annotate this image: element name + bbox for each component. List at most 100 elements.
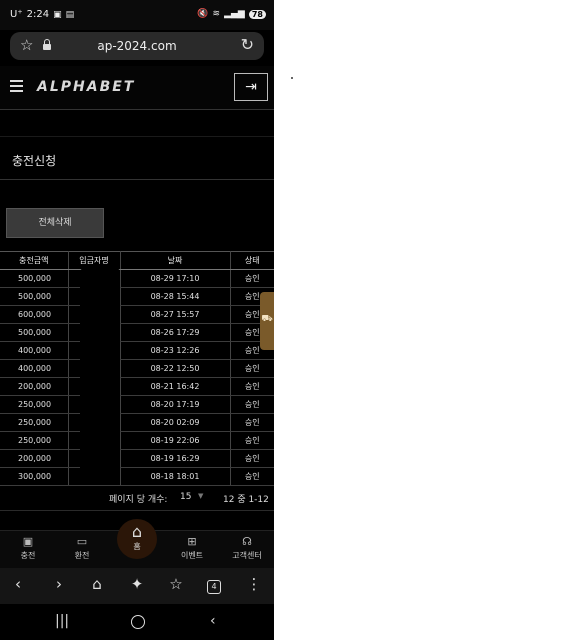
cart-side-tab[interactable]: ⛟: [260, 292, 274, 350]
cell-amount: 250,000: [0, 395, 69, 414]
site-logo[interactable]: ALPHABET: [37, 79, 135, 95]
table-row[interactable]: 250,000 08-20 02:09 승인: [0, 413, 274, 432]
cell-date: 08-28 15:44: [120, 287, 231, 306]
divider: [0, 179, 274, 180]
cell-date: 08-29 17:10: [120, 269, 231, 288]
cell-date: 08-20 17:19: [120, 395, 231, 414]
table-row[interactable]: 500,000 08-29 17:10 승인: [0, 269, 274, 288]
cell-amount: 600,000: [0, 305, 69, 324]
stray-dot: [291, 77, 293, 79]
logout-button[interactable]: ⇥: [234, 73, 268, 101]
system-home-icon[interactable]: [131, 615, 145, 629]
nav-support-label: 고객센터: [232, 551, 262, 560]
bookmarks-icon[interactable]: ☆: [164, 575, 188, 593]
forward-arrow-icon[interactable]: ›: [47, 575, 71, 593]
nav-home[interactable]: ⌂ 홈: [117, 519, 157, 559]
table-row[interactable]: 500,000 08-26 17:29 승인: [0, 323, 274, 342]
wifi-icon: ≋: [212, 9, 221, 19]
system-back-icon[interactable]: ‹: [210, 613, 216, 629]
tabs-button[interactable]: 4: [202, 575, 226, 594]
charge-history-table: 충전금액 입금자명 날짜 상태 500,000 08-29 17:10 승인 500…: [0, 251, 274, 486]
delete-all-button[interactable]: 전체삭제: [6, 208, 104, 238]
more-options-icon[interactable]: ⋮: [242, 575, 266, 593]
address-bar[interactable]: ☆ ap-2024.com ↻: [10, 32, 264, 60]
table-row[interactable]: 400,000 08-22 12:50 승인: [0, 359, 274, 378]
cell-amount: 200,000: [0, 377, 69, 396]
per-page-select[interactable]: 15: [180, 492, 191, 502]
cell-amount: 250,000: [0, 431, 69, 450]
cell-date: 08-23 12:26: [120, 341, 231, 360]
home-icon: ⌂: [131, 522, 143, 541]
nav-home-label: 홈: [133, 542, 141, 551]
cell-status: 승인: [230, 467, 274, 486]
nav-event-label: 이벤트: [180, 551, 204, 560]
site-header: ALPHABET ⇥: [0, 66, 274, 110]
sparkle-icon[interactable]: ✦: [125, 575, 149, 593]
cell-status: 승인: [230, 269, 274, 288]
table-row[interactable]: 200,000 08-19 16:29 승인: [0, 449, 274, 468]
reload-icon[interactable]: ↻: [241, 35, 254, 54]
chevron-down-icon[interactable]: ▼: [198, 492, 203, 500]
nav-support[interactable]: ☊ 고객센터: [222, 535, 272, 561]
logout-icon: ⇥: [245, 79, 257, 95]
headset-icon: ☊: [242, 535, 252, 548]
clock: 2:24: [26, 9, 50, 20]
back-arrow-icon[interactable]: ‹: [6, 575, 30, 593]
table-row[interactable]: 250,000 08-20 17:19 승인: [0, 395, 274, 414]
nav-charge[interactable]: ▣ 충전: [3, 535, 53, 561]
table-row[interactable]: 200,000 08-21 16:42 승인: [0, 377, 274, 396]
cell-amount: 300,000: [0, 467, 69, 486]
cell-date: 08-21 16:42: [120, 377, 231, 396]
system-nav-bar: ||| ‹: [0, 604, 274, 640]
column-header-status[interactable]: 상태: [230, 251, 274, 270]
cell-status: 승인: [230, 431, 274, 450]
cell-amount: 400,000: [0, 341, 69, 360]
message-notification-icon: ▤: [65, 9, 75, 20]
per-page-label: 페이지 당 개수:: [109, 495, 168, 505]
table-row[interactable]: 300,000 08-18 18:01 승인: [0, 467, 274, 486]
signal-icon: ▂▄▆: [224, 9, 245, 19]
table-row[interactable]: 400,000 08-23 12:26 승인: [0, 341, 274, 360]
status-bar: U⁺ 2:24 ▣ ▤ 🔇 ≋ ▂▄▆ 78: [0, 0, 274, 30]
nav-exchange-label: 환전: [74, 551, 90, 560]
redaction-mark: [80, 267, 120, 485]
cell-status: 승인: [230, 413, 274, 432]
cell-date: 08-22 12:50: [120, 359, 231, 378]
phone-screen: U⁺ 2:24 ▣ ▤ 🔇 ≋ ▂▄▆ 78 ☆ ap-2024.com ↻ A…: [0, 0, 274, 640]
table-row[interactable]: 500,000 08-28 15:44 승인: [0, 287, 274, 306]
cell-date: 08-19 16:29: [120, 449, 231, 468]
menu-icon[interactable]: [10, 80, 23, 92]
divider: [0, 136, 274, 137]
cell-amount: 500,000: [0, 287, 69, 306]
table-row[interactable]: 600,000 08-27 15:57 승인: [0, 305, 274, 324]
cell-amount: 200,000: [0, 449, 69, 468]
cell-amount: 250,000: [0, 413, 69, 432]
cell-status: 승인: [230, 377, 274, 396]
cell-date: 08-20 02:09: [120, 413, 231, 432]
page-title: 충전신청: [12, 154, 57, 168]
cell-date: 08-26 17:29: [120, 323, 231, 342]
column-header-date[interactable]: 날짜: [120, 251, 231, 270]
cell-amount: 400,000: [0, 359, 69, 378]
image-notification-icon: ▣: [53, 9, 62, 20]
divider: [0, 510, 274, 511]
url-text[interactable]: ap-2024.com: [10, 39, 264, 53]
cell-status: 승인: [230, 449, 274, 468]
cell-amount: 500,000: [0, 323, 69, 342]
cell-status: 승인: [230, 359, 274, 378]
battery-indicator: 78: [248, 9, 266, 19]
recent-apps-icon[interactable]: |||: [55, 613, 69, 629]
card-icon: ▭: [76, 535, 88, 548]
carrier-label: U⁺: [10, 9, 23, 20]
cell-date: 08-18 18:01: [120, 467, 231, 486]
browser-toolbar: ‹ › ⌂ ✦ ☆ 4 ⋮: [0, 568, 274, 604]
column-header-amount[interactable]: 충전금액: [0, 251, 69, 270]
cell-status: 승인: [230, 395, 274, 414]
table-row[interactable]: 250,000 08-19 22:06 승인: [0, 431, 274, 450]
mute-icon: 🔇: [197, 9, 209, 19]
browser-home-icon[interactable]: ⌂: [85, 575, 109, 593]
table-header-row: 충전금액 입금자명 날짜 상태: [0, 251, 274, 270]
nav-event[interactable]: ⊞ 이벤트: [167, 535, 217, 561]
nav-charge-label: 충전: [20, 551, 36, 560]
nav-exchange[interactable]: ▭ 환전: [57, 535, 107, 561]
